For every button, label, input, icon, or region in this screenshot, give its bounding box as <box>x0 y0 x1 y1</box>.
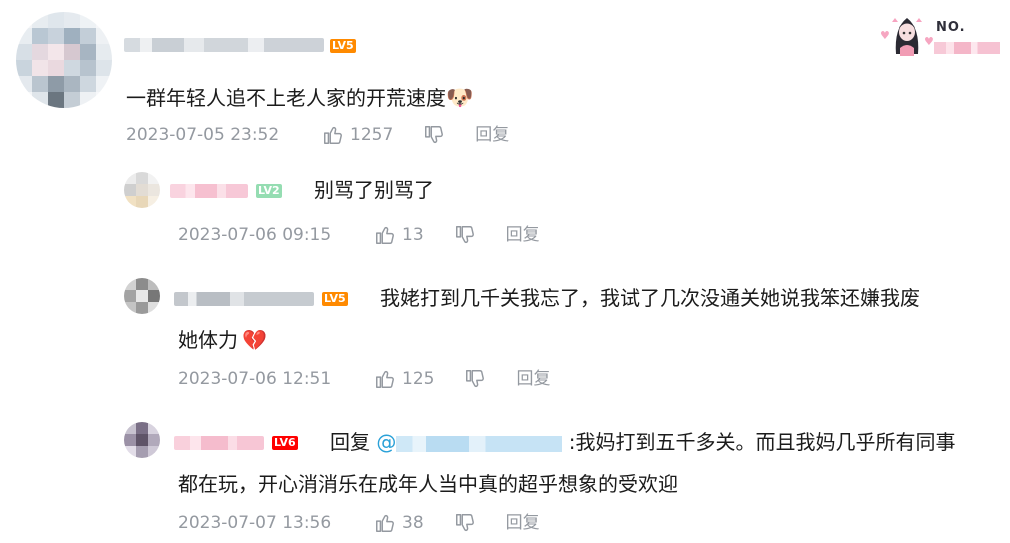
fan-medal[interactable]: ♥ ♥ NO. <box>880 10 1002 58</box>
doge-emoji-icon: 🐶 <box>446 86 474 111</box>
comment-meta: 2023-07-05 23:52 1257 回复 <box>126 124 509 146</box>
thumb-up-icon <box>374 368 396 390</box>
reply-text: 别骂了别骂了 <box>314 178 434 202</box>
thumb-down-icon[interactable] <box>454 224 476 246</box>
medal-heart-right-icon: ♥ <box>924 35 934 48</box>
reply-button[interactable]: 回复 <box>506 513 540 533</box>
broken-heart-emoji-icon: 💔 <box>242 328 267 352</box>
reply-avatar[interactable] <box>124 172 160 208</box>
level-badge: LV6 <box>272 436 298 450</box>
like-count: 125 <box>402 369 435 389</box>
thumb-up-icon <box>322 124 344 146</box>
level-badge: LV5 <box>330 39 356 53</box>
reply-button[interactable]: 回复 <box>475 125 509 145</box>
mention-blur <box>396 435 563 452</box>
thumb-down-icon[interactable] <box>464 368 486 390</box>
level-badge-text: LV5 <box>324 292 346 305</box>
level-badge-text: LV2 <box>258 184 280 197</box>
timestamp: 2023-07-06 12:51 <box>178 369 332 389</box>
reply-username[interactable] <box>170 184 248 198</box>
reply-meta: 2023-07-06 09:15 13 回复 <box>178 224 540 246</box>
reply-avatar[interactable] <box>124 278 160 314</box>
medal-number-blur <box>934 42 1000 54</box>
reply-text-line2-body: 她体力 <box>178 328 238 352</box>
medal-text: NO. <box>936 20 966 35</box>
reply-meta: 2023-07-06 12:51 125 回复 <box>178 368 550 390</box>
timestamp: 2023-07-07 13:56 <box>178 513 332 533</box>
reply-avatar[interactable] <box>124 422 160 458</box>
like-count: 38 <box>402 513 424 533</box>
reply-button[interactable]: 回复 <box>516 369 550 389</box>
thumb-up-icon <box>374 224 396 246</box>
mention-at: @ <box>376 430 397 454</box>
thumb-down-icon[interactable] <box>423 124 445 146</box>
like-button[interactable]: 13 <box>374 224 424 246</box>
timestamp: 2023-07-05 23:52 <box>126 125 280 145</box>
comment-main: LV5 ♥ ♥ NO. 一群年轻人追不上老人家的开荒速度🐶 2023-07-05… <box>0 0 1010 160</box>
thumb-down-icon[interactable] <box>454 512 476 534</box>
medal-heart-left-icon: ♥ <box>880 29 890 42</box>
reply-button[interactable]: 回复 <box>506 225 540 245</box>
username[interactable] <box>124 38 324 52</box>
reply-text-line2: 她体力 💔 <box>178 328 267 352</box>
reply-meta: 2023-07-07 13:56 38 回复 <box>178 512 540 534</box>
level-badge-text: LV5 <box>332 39 354 52</box>
reply-username[interactable] <box>174 292 314 306</box>
reply-item: LV5 我姥打到几千关我忘了，我试了几次没通关她说我笨还嫌我废 她体力 💔 202… <box>0 260 1010 404</box>
reply-text-line1: 我姥打到几千关我忘了，我试了几次没通关她说我笨还嫌我废 <box>380 286 920 310</box>
mention-link[interactable]: @ <box>376 430 568 454</box>
reply-body: :我妈打到五千多关。而且我妈几乎所有同事 <box>568 430 956 454</box>
thumb-up-icon <box>374 512 396 534</box>
timestamp: 2023-07-06 09:15 <box>178 225 332 245</box>
comment-text: 一群年轻人追不上老人家的开荒速度🐶 <box>126 86 473 111</box>
reply-username[interactable] <box>174 436 264 450</box>
like-button[interactable]: 125 <box>374 368 434 390</box>
reply-item: LV2 别骂了别骂了 2023-07-06 09:15 13 回复 <box>0 160 1010 260</box>
level-badge: LV2 <box>256 184 282 198</box>
reply-prefix: 回复 <box>330 430 370 454</box>
level-badge: LV5 <box>322 292 348 306</box>
comment-body: 一群年轻人追不上老人家的开荒速度 <box>126 86 446 110</box>
avatar[interactable] <box>16 12 112 108</box>
like-button[interactable]: 1257 <box>322 124 393 146</box>
like-count: 13 <box>402 225 424 245</box>
reply-text-line2: 都在玩，开心消消乐在成年人当中真的超乎想象的受欢迎 <box>178 472 678 496</box>
reply-text-line1: 回复 @ :我妈打到五千多关。而且我妈几乎所有同事 <box>330 430 955 454</box>
like-button[interactable]: 38 <box>374 512 424 534</box>
reply-item: LV6 回复 @ :我妈打到五千多关。而且我妈几乎所有同事 都在玩，开心消消乐在… <box>0 404 1010 543</box>
medal-avatar-icon <box>888 10 926 56</box>
like-count: 1257 <box>350 125 394 145</box>
level-badge-text: LV6 <box>274 436 296 449</box>
